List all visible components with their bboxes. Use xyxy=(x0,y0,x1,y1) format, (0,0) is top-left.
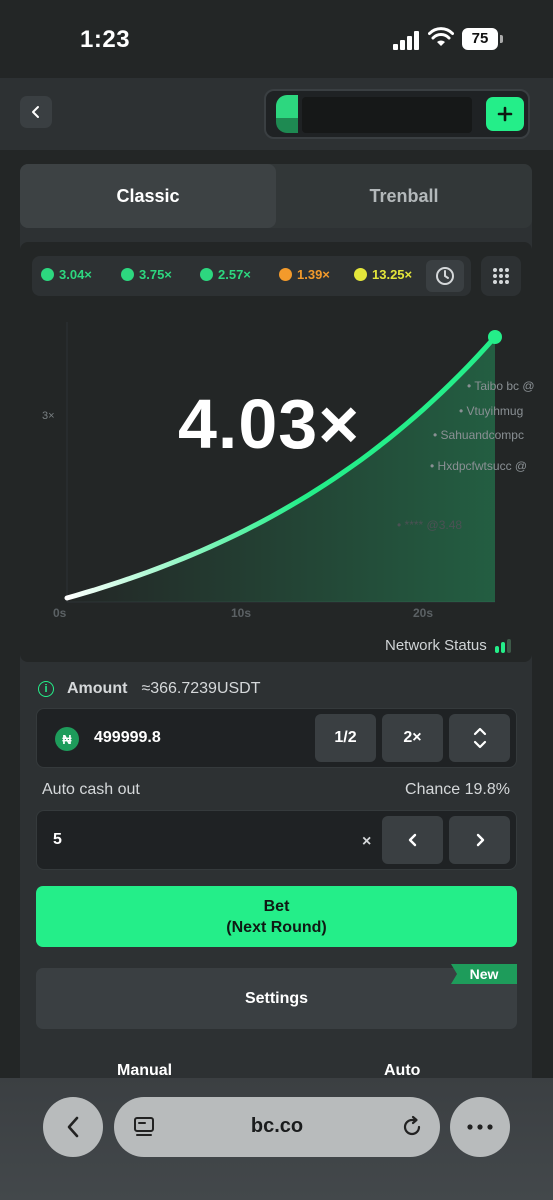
history-item[interactable]: 3.04× xyxy=(41,267,92,282)
hidden-balance xyxy=(302,97,472,133)
reload-icon[interactable] xyxy=(400,1115,424,1139)
auto-cashout-label: Auto cash out xyxy=(42,781,140,798)
chevron-up-down-icon xyxy=(473,727,486,749)
game-mode-tabs: Classic Trenball xyxy=(20,164,532,228)
back-button[interactable] xyxy=(20,96,52,128)
amount-input[interactable]: ₦ 499999.8 1/2 2× xyxy=(36,708,517,768)
deposit-button[interactable] xyxy=(486,97,524,131)
x-tick-label: 0s xyxy=(53,606,67,620)
player-cashout: • Vtuyihmug xyxy=(459,404,524,418)
player-cashout: • **** @3.48 xyxy=(397,518,463,532)
top-nav xyxy=(0,78,553,150)
amount-header: i Amount ≈366.7239USDT xyxy=(38,680,261,698)
chevron-right-icon xyxy=(476,833,484,847)
settings-button[interactable]: Settings xyxy=(36,968,517,1029)
player-cashout: • Hxdpcfwtsucc @ xyxy=(430,459,528,473)
x-tick-label: 20s xyxy=(413,606,434,620)
history-dot xyxy=(200,268,213,281)
browser-back-button[interactable] xyxy=(43,1097,103,1157)
more-history-button[interactable] xyxy=(481,256,521,296)
bet-button-sublabel: (Next Round) xyxy=(226,918,327,936)
chart-head-dot xyxy=(488,330,502,344)
history-item[interactable]: 1.39× xyxy=(279,267,330,282)
chance-label: Chance 19.8% xyxy=(405,781,510,798)
bet-button[interactable]: Bet (Next Round) xyxy=(36,886,517,947)
round-history: 3.04× 3.75× 2.57× 1.39× 13.25× xyxy=(32,256,471,296)
current-multiplier: 4.03× xyxy=(178,385,361,463)
wallet-balance[interactable] xyxy=(264,89,530,139)
browser-menu-button[interactable] xyxy=(450,1097,510,1157)
history-value: 3.75× xyxy=(139,267,172,282)
amount-usd-value: ≈366.7239USDT xyxy=(141,680,261,697)
amount-slider-button[interactable] xyxy=(449,714,510,762)
chevron-left-icon xyxy=(32,106,39,118)
multiplier-chart xyxy=(64,322,502,603)
history-value: 3.04× xyxy=(59,267,92,282)
player-cashout: • Taibo bc @ xyxy=(467,379,535,393)
half-button[interactable]: 1/2 xyxy=(315,714,376,762)
new-badge: New xyxy=(451,964,517,984)
chevron-left-icon xyxy=(408,833,416,847)
decrease-cashout-button[interactable] xyxy=(382,816,443,864)
battery-icon: 75 xyxy=(462,28,498,50)
auto-cashout-input[interactable]: 5 × xyxy=(36,810,517,870)
status-bar: 1:23 75 xyxy=(0,0,553,78)
y-tick-label: 3× xyxy=(42,410,55,422)
url-text: bc.co xyxy=(250,1115,304,1137)
history-dot xyxy=(279,268,292,281)
history-value: 13.25× xyxy=(372,267,413,282)
history-button[interactable] xyxy=(426,260,464,292)
currency-icon xyxy=(276,95,298,133)
wifi-icon xyxy=(428,27,454,46)
player-name: Hxdpcfwtsucc @ xyxy=(437,459,528,473)
address-bar[interactable]: bc.co xyxy=(114,1097,440,1157)
history-value: 2.57× xyxy=(218,267,251,282)
history-item[interactable]: 2.57× xyxy=(200,267,251,282)
plus-icon xyxy=(497,106,513,122)
info-icon[interactable]: i xyxy=(38,681,54,697)
battery-level: 75 xyxy=(471,30,489,47)
network-status: Network Status xyxy=(385,637,513,654)
network-signal-icon xyxy=(494,638,513,653)
more-icon xyxy=(467,1124,493,1130)
auto-cashout-value[interactable]: 5 xyxy=(53,831,62,849)
player-name: **** @3.48 xyxy=(404,518,463,532)
history-dot xyxy=(354,268,367,281)
battery-tip xyxy=(500,35,503,43)
history-dot xyxy=(41,268,54,281)
player-name: Sahuandcompc xyxy=(440,428,524,442)
amount-value[interactable]: 499999.8 xyxy=(94,729,161,747)
times-sign: × xyxy=(362,833,372,850)
double-button[interactable]: 2× xyxy=(382,714,443,762)
x-tick-label: 10s xyxy=(231,606,252,620)
history-item[interactable]: 3.75× xyxy=(121,267,172,282)
clock-icon xyxy=(436,267,454,285)
tab-trenball[interactable]: Trenball xyxy=(276,164,532,228)
tab-classic[interactable]: Classic xyxy=(20,164,276,228)
status-time: 1:23 xyxy=(80,26,131,53)
network-status-label: Network Status xyxy=(385,637,487,654)
amount-label: Amount xyxy=(67,680,128,697)
history-value: 1.39× xyxy=(297,267,330,282)
history-dot xyxy=(121,268,134,281)
increase-cashout-button[interactable] xyxy=(449,816,510,864)
grid-icon xyxy=(493,268,509,284)
coin-icon: ₦ xyxy=(55,727,79,751)
player-name: Vtuyihmug xyxy=(466,404,524,418)
history-item[interactable]: 13.25× xyxy=(354,267,412,282)
bet-button-label: Bet xyxy=(263,897,290,915)
player-cashout: • Sahuandcompc xyxy=(433,428,524,442)
player-name: Taibo bc @ xyxy=(474,379,535,393)
signal-icon xyxy=(393,30,421,50)
chevron-left-icon xyxy=(67,1116,79,1138)
